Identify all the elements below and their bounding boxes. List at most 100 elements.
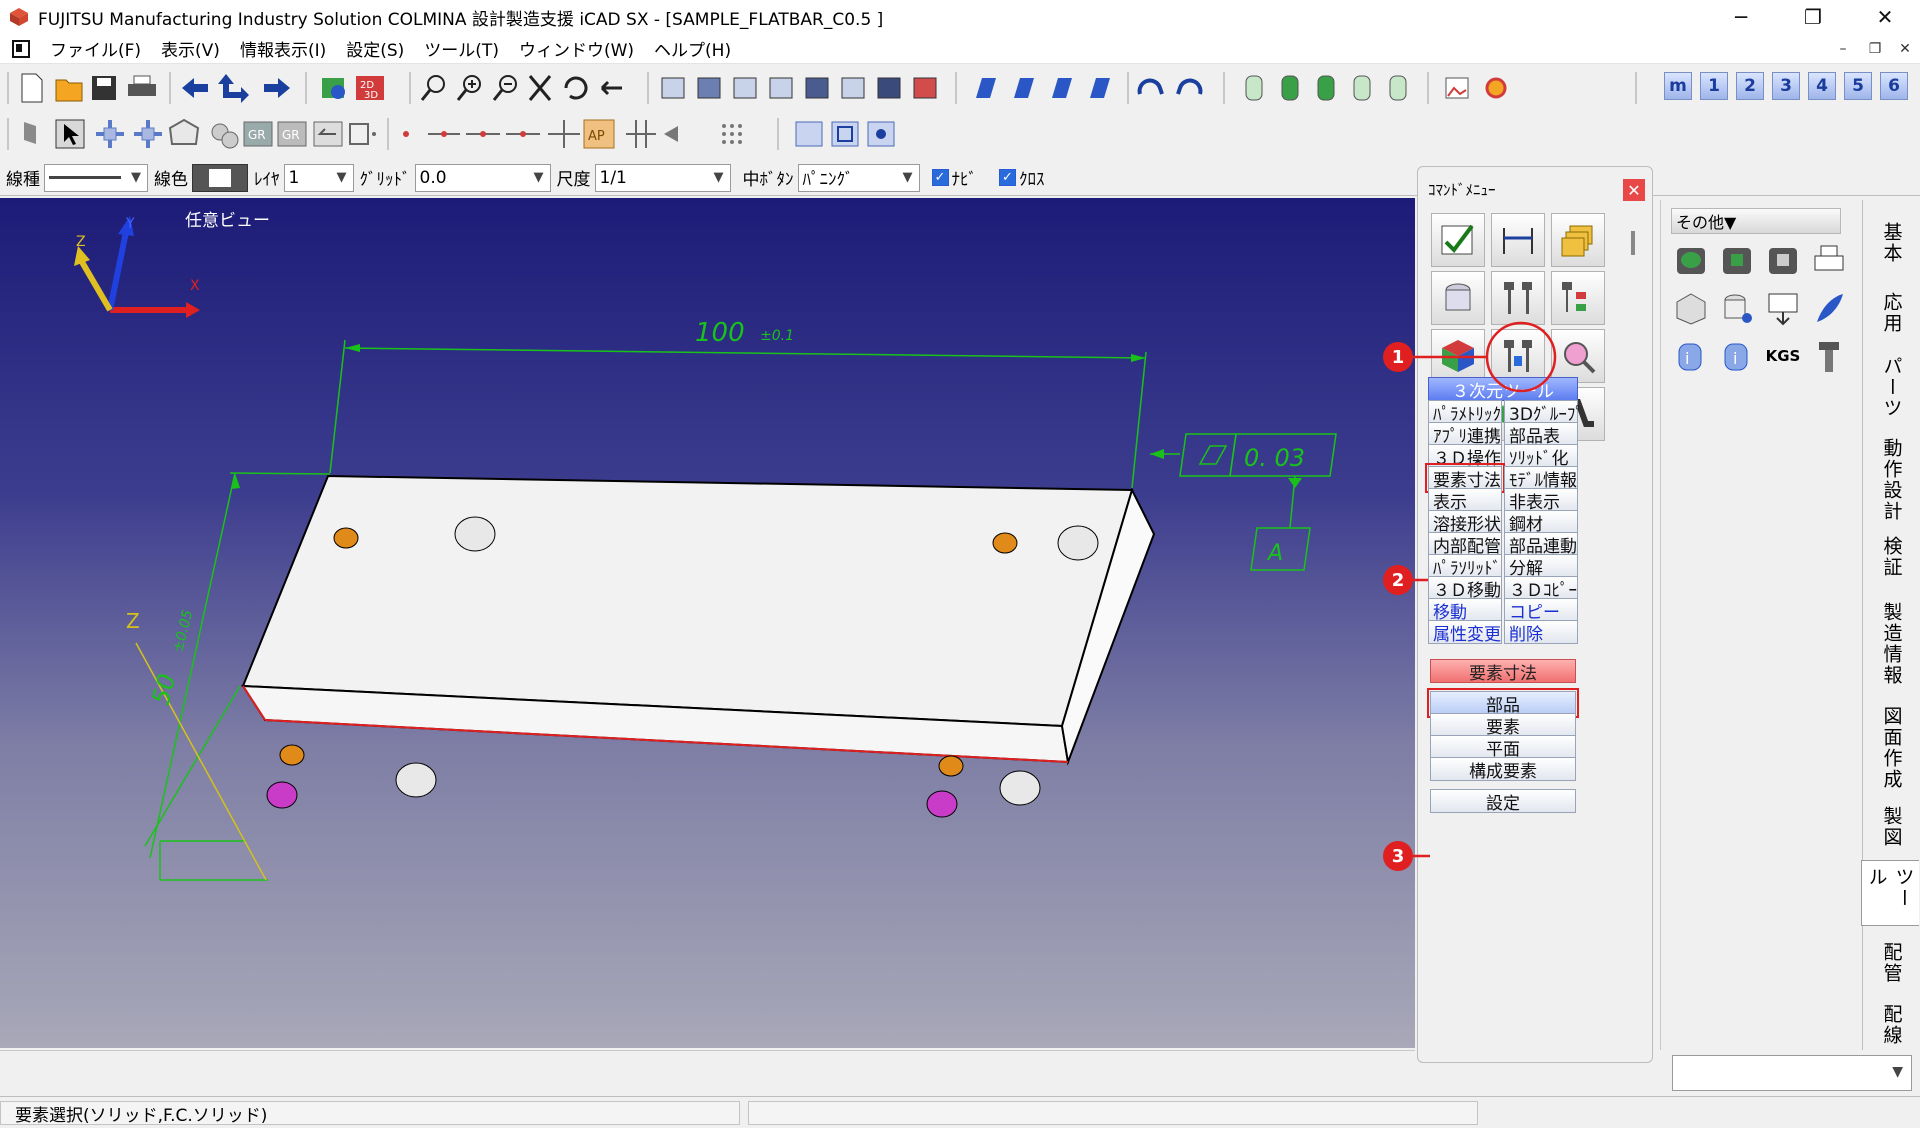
fit-icon[interactable] xyxy=(528,75,552,101)
tab-wiring[interactable]: 配線 xyxy=(1863,998,1920,1048)
open-folder-icon[interactable] xyxy=(55,79,83,102)
minimize-button[interactable]: ─ xyxy=(1712,0,1770,34)
view-button-2[interactable]: 2 xyxy=(1736,72,1764,100)
menu-tools[interactable]: ツール(T) xyxy=(414,36,509,61)
3d-viewport[interactable]: 任意ビュー X Y Z 100 ±0.1 Z 50 ±0.05 0. 03 A xyxy=(0,198,1415,1048)
arrow-left-icon[interactable] xyxy=(182,78,208,98)
layer-cylinder-icons[interactable] xyxy=(1245,75,1407,101)
undo-icon[interactable] xyxy=(1137,78,1164,95)
mdi-close-button[interactable]: ✕ xyxy=(1894,38,1916,60)
ap-icon[interactable]: AP xyxy=(583,119,615,149)
icon-grid-scrollbar[interactable] xyxy=(1631,231,1635,255)
pointer-icon[interactable] xyxy=(55,119,85,149)
return-icon[interactable] xyxy=(313,121,343,147)
scale-select[interactable]: 1/1 ▼ xyxy=(594,163,731,192)
tab-manufacturing-info[interactable]: 製造情報 xyxy=(1863,596,1920,692)
view-button-4[interactable]: 4 xyxy=(1808,72,1836,100)
tools-icon[interactable] xyxy=(1491,271,1545,325)
dot-grid-icon[interactable] xyxy=(722,124,742,144)
zoom-out-icon[interactable] xyxy=(492,75,517,101)
new-file-icon[interactable] xyxy=(21,73,43,103)
menu-settings[interactable]: 設定(S) xyxy=(336,36,414,61)
2d3d-icon[interactable]: 2D3D xyxy=(356,76,384,101)
render-icon[interactable] xyxy=(322,78,345,99)
cross-checkbox[interactable]: ✓ xyxy=(999,169,1016,186)
frame-icon[interactable] xyxy=(349,123,376,145)
line-color-swatch[interactable] xyxy=(192,163,248,192)
grid-select[interactable]: 0.0 ▼ xyxy=(414,163,551,192)
kgs-icon[interactable]: KGS xyxy=(1763,336,1803,376)
stack-icon[interactable] xyxy=(1551,213,1605,267)
select-icon[interactable] xyxy=(24,122,36,144)
view-button-5[interactable]: 5 xyxy=(1844,72,1872,100)
pan-icon[interactable] xyxy=(600,80,622,96)
green-cylinder-icon[interactable] xyxy=(1671,240,1711,280)
drum-icon[interactable] xyxy=(1717,288,1757,328)
info-cylinder-icon[interactable]: i xyxy=(1671,336,1711,376)
palette-other-dropdown[interactable]: その他▼ xyxy=(1671,208,1841,234)
point-icon[interactable] xyxy=(403,131,409,137)
tab-motion-design[interactable]: 動作設計 xyxy=(1863,432,1920,522)
move-icon[interactable] xyxy=(96,120,124,148)
tab-parts[interactable]: パーツ xyxy=(1863,350,1920,420)
bolt-icon[interactable] xyxy=(1809,336,1849,376)
layer-select[interactable]: 1 ▼ xyxy=(283,163,354,192)
check-icon[interactable] xyxy=(1431,213,1485,267)
view-cube-icons[interactable] xyxy=(661,77,937,99)
tab-piping[interactable]: 配管 xyxy=(1863,936,1920,988)
green-lock-icon[interactable] xyxy=(1717,240,1757,280)
polygon-icon[interactable] xyxy=(168,118,200,145)
tab-drawing[interactable]: 図面作成 xyxy=(1863,700,1920,790)
menu-window[interactable]: ウィンドウ(W) xyxy=(509,36,644,61)
menu-info[interactable]: 情報表示(I) xyxy=(230,36,336,61)
menu-file[interactable]: ファイル(F) xyxy=(40,36,151,61)
arrow-updown-icon[interactable] xyxy=(218,74,249,103)
image-icon[interactable] xyxy=(1445,77,1469,99)
zoom-icon[interactable] xyxy=(420,75,445,101)
redo-icon[interactable] xyxy=(1176,78,1203,95)
print-icon[interactable] xyxy=(128,75,156,96)
info-part-icon[interactable]: i xyxy=(1717,336,1757,376)
navi-checkbox[interactable]: ✓ xyxy=(931,169,949,186)
close-window-button[interactable]: ✕ xyxy=(1856,0,1914,34)
tree-icon[interactable] xyxy=(1551,271,1605,325)
flatness-frame[interactable] xyxy=(1150,433,1337,571)
tab-tools[interactable]: ツール xyxy=(1861,860,1919,926)
flatbar-part[interactable] xyxy=(241,474,1156,766)
view-button-3[interactable]: 3 xyxy=(1772,72,1800,100)
tab-drafting[interactable]: 製図 xyxy=(1863,800,1920,852)
move-copy-icon[interactable] xyxy=(134,120,162,148)
middle-button-select[interactable]: ﾊﾟﾆﾝｸﾞ ▼ xyxy=(797,163,920,192)
ring-icon[interactable] xyxy=(1485,77,1507,99)
mdi-restore-button[interactable]: ❐ xyxy=(1864,38,1886,60)
zoom-in-icon[interactable] xyxy=(456,75,481,101)
feather-icon[interactable] xyxy=(1809,288,1849,328)
document-icon[interactable] xyxy=(12,39,30,58)
gr-alt-icon[interactable]: GR xyxy=(277,121,307,147)
view-mode-icons[interactable] xyxy=(795,121,895,147)
tab-verification[interactable]: 検証 xyxy=(1863,530,1920,582)
menu-help[interactable]: ヘルプ(H) xyxy=(644,36,741,61)
mdi-minimize-button[interactable]: – xyxy=(1832,38,1854,60)
command-input-strip[interactable] xyxy=(0,1050,1415,1094)
arrow-right-icon[interactable] xyxy=(264,78,290,98)
line-type-select[interactable]: ▼ xyxy=(44,163,148,192)
dimension-length[interactable] xyxy=(329,339,1147,489)
snap-icon[interactable] xyxy=(211,123,239,149)
view-button-m[interactable]: m xyxy=(1664,72,1692,100)
right-bottom-select[interactable]: ▼ xyxy=(1672,1055,1912,1091)
part-box-icon[interactable] xyxy=(1671,288,1711,328)
view-button-1[interactable]: 1 xyxy=(1700,72,1728,100)
menu-view[interactable]: 表示(V) xyxy=(151,36,230,61)
rotate-icon[interactable] xyxy=(564,76,588,100)
grid-icon[interactable] xyxy=(626,120,678,148)
export-icon[interactable] xyxy=(1763,288,1803,328)
gray-lock-icon[interactable] xyxy=(1763,240,1803,280)
tab-basic[interactable]: 基本 xyxy=(1863,216,1920,268)
view-button-6[interactable]: 6 xyxy=(1880,72,1908,100)
dimension-icon[interactable] xyxy=(1491,213,1545,267)
tab-advanced[interactable]: 応用 xyxy=(1863,286,1920,338)
printer-icon[interactable] xyxy=(1809,240,1849,280)
maximize-button[interactable]: ❐ xyxy=(1784,0,1842,34)
hole-icon[interactable] xyxy=(1431,271,1485,325)
